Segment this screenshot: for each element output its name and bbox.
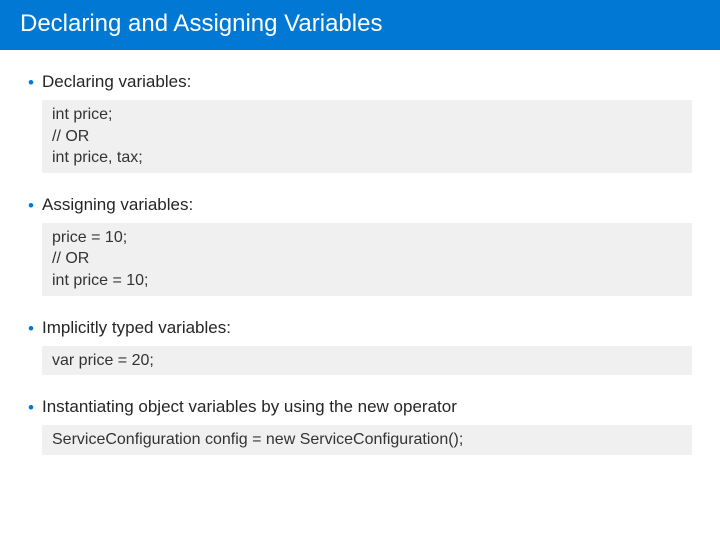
code-assigning: price = 10; // OR int price = 10;: [42, 223, 692, 296]
bullet-label: Implicitly typed variables:: [42, 318, 231, 337]
slide-header: Declaring and Assigning Variables: [0, 0, 720, 50]
code-new-operator: ServiceConfiguration config = new Servic…: [42, 425, 692, 455]
bullet-implicit: Implicitly typed variables:: [28, 318, 692, 338]
bullet-label: Assigning variables:: [42, 195, 193, 214]
bullet-new-operator: Instantiating object variables by using …: [28, 397, 692, 417]
code-declaring: int price; // OR int price, tax;: [42, 100, 692, 173]
bullet-label: Declaring variables:: [42, 72, 191, 91]
bullet-declaring: Declaring variables:: [28, 72, 692, 92]
bullet-label: Instantiating object variables by using …: [42, 397, 457, 416]
bullet-assigning: Assigning variables:: [28, 195, 692, 215]
code-implicit: var price = 20;: [42, 346, 692, 376]
slide-title: Declaring and Assigning Variables: [20, 10, 382, 37]
slide-content: Declaring variables: int price; // OR in…: [0, 50, 720, 455]
